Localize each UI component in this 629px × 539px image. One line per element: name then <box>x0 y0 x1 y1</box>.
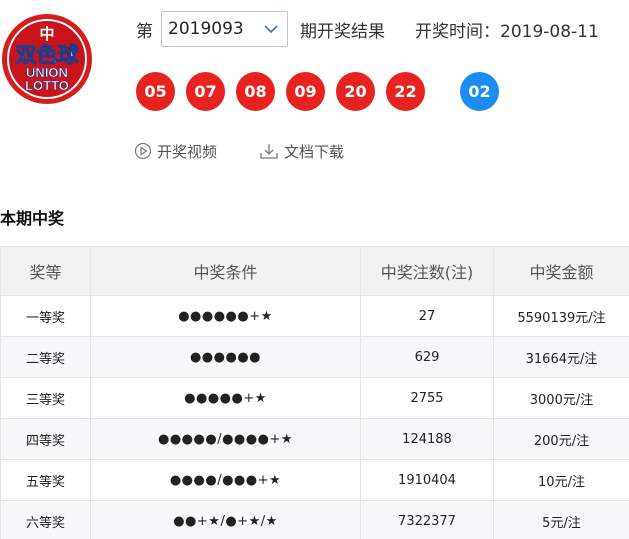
logo-main-text: 双色球 <box>16 43 80 67</box>
download-link-label: 文档下载 <box>284 142 345 161</box>
table-row: 五等奖 ●●●●/●●●+★ 1910404 10元/注 <box>0 459 629 501</box>
union-lotto-logo: 中 双色球 UNION LOTTO <box>1 13 93 105</box>
video-link[interactable]: 开奖视频 <box>134 141 217 162</box>
table-row: 四等奖 ●●●●●/●●●●+★ 124188 200元/注 <box>0 418 629 460</box>
red-ball: 22 <box>386 72 425 111</box>
prize-condition: ●●●●●+★ <box>90 377 361 419</box>
prize-level: 四等奖 <box>0 418 91 460</box>
winner-count: 2755 <box>360 377 494 419</box>
table-row: 一等奖 ●●●●●●+★ 27 5590139元/注 <box>0 295 629 337</box>
col-header-condition: 中奖条件 <box>90 246 361 296</box>
prize-amount: 200元/注 <box>493 418 629 460</box>
section-title: 本期中奖 <box>0 209 65 228</box>
prize-amount: 10元/注 <box>493 459 629 501</box>
red-ball: 20 <box>336 72 375 111</box>
prize-level: 一等奖 <box>0 295 91 337</box>
play-circle-icon <box>134 142 152 160</box>
download-link[interactable]: 文档下载 <box>259 141 344 162</box>
table-row: 六等奖 ●●+★/●+★/★ 7322377 5元/注 <box>0 500 629 539</box>
issue-prefix: 第 <box>136 21 153 42</box>
prize-amount: 31664元/注 <box>493 336 629 378</box>
winner-count: 1910404 <box>360 459 494 501</box>
table-row: 二等奖 ●●●●●● 629 31664元/注 <box>0 336 629 378</box>
prize-level: 五等奖 <box>0 459 91 501</box>
logo-sub-bottom: LOTTO <box>25 78 69 93</box>
chevron-down-icon <box>264 25 278 34</box>
winner-count: 124188 <box>360 418 494 460</box>
draw-header: 第 2019093 期开奖结果 开奖时间：2019-08-11 <box>136 11 599 47</box>
prize-table: 奖等 中奖条件 中奖注数(注) 中奖金额 一等奖 ●●●●●●+★ 27 559… <box>0 246 629 539</box>
red-ball: 09 <box>286 72 325 111</box>
winner-count: 629 <box>360 336 494 378</box>
red-ball: 07 <box>186 72 225 111</box>
result-label: 期开奖结果 <box>300 21 385 42</box>
prize-amount: 5元/注 <box>493 500 629 539</box>
col-header-amount: 中奖金额 <box>493 246 629 296</box>
draw-time: 开奖时间：2019-08-11 <box>415 21 599 42</box>
winner-count: 7322377 <box>360 500 494 539</box>
prize-condition: ●●●●●●+★ <box>90 295 361 337</box>
prize-condition: ●●+★/●+★/★ <box>90 500 361 539</box>
prize-level: 六等奖 <box>0 500 91 539</box>
red-ball: 05 <box>136 72 175 111</box>
table-header-row: 奖等 中奖条件 中奖注数(注) 中奖金额 <box>0 246 629 296</box>
prize-amount: 5590139元/注 <box>493 295 629 337</box>
download-icon <box>260 144 278 159</box>
blue-ball: 02 <box>460 72 499 111</box>
prize-condition: ●●●●●/●●●●+★ <box>90 418 361 460</box>
table-row: 三等奖 ●●●●●+★ 2755 3000元/注 <box>0 377 629 419</box>
prize-amount: 3000元/注 <box>493 377 629 419</box>
action-links: 开奖视频 文档下载 <box>134 140 344 162</box>
video-link-label: 开奖视频 <box>157 142 218 161</box>
issue-select[interactable]: 2019093 <box>161 11 288 47</box>
logo-top-mark: 中 <box>39 25 54 43</box>
issue-value: 2019093 <box>168 19 244 39</box>
prize-condition: ●●●●/●●●+★ <box>90 459 361 501</box>
col-header-count: 中奖注数(注) <box>360 246 494 296</box>
prize-condition: ●●●●●● <box>90 336 361 378</box>
prize-level: 三等奖 <box>0 377 91 419</box>
prize-level: 二等奖 <box>0 336 91 378</box>
col-header-level: 奖等 <box>0 246 91 296</box>
red-ball: 08 <box>236 72 275 111</box>
winner-count: 27 <box>360 295 494 337</box>
